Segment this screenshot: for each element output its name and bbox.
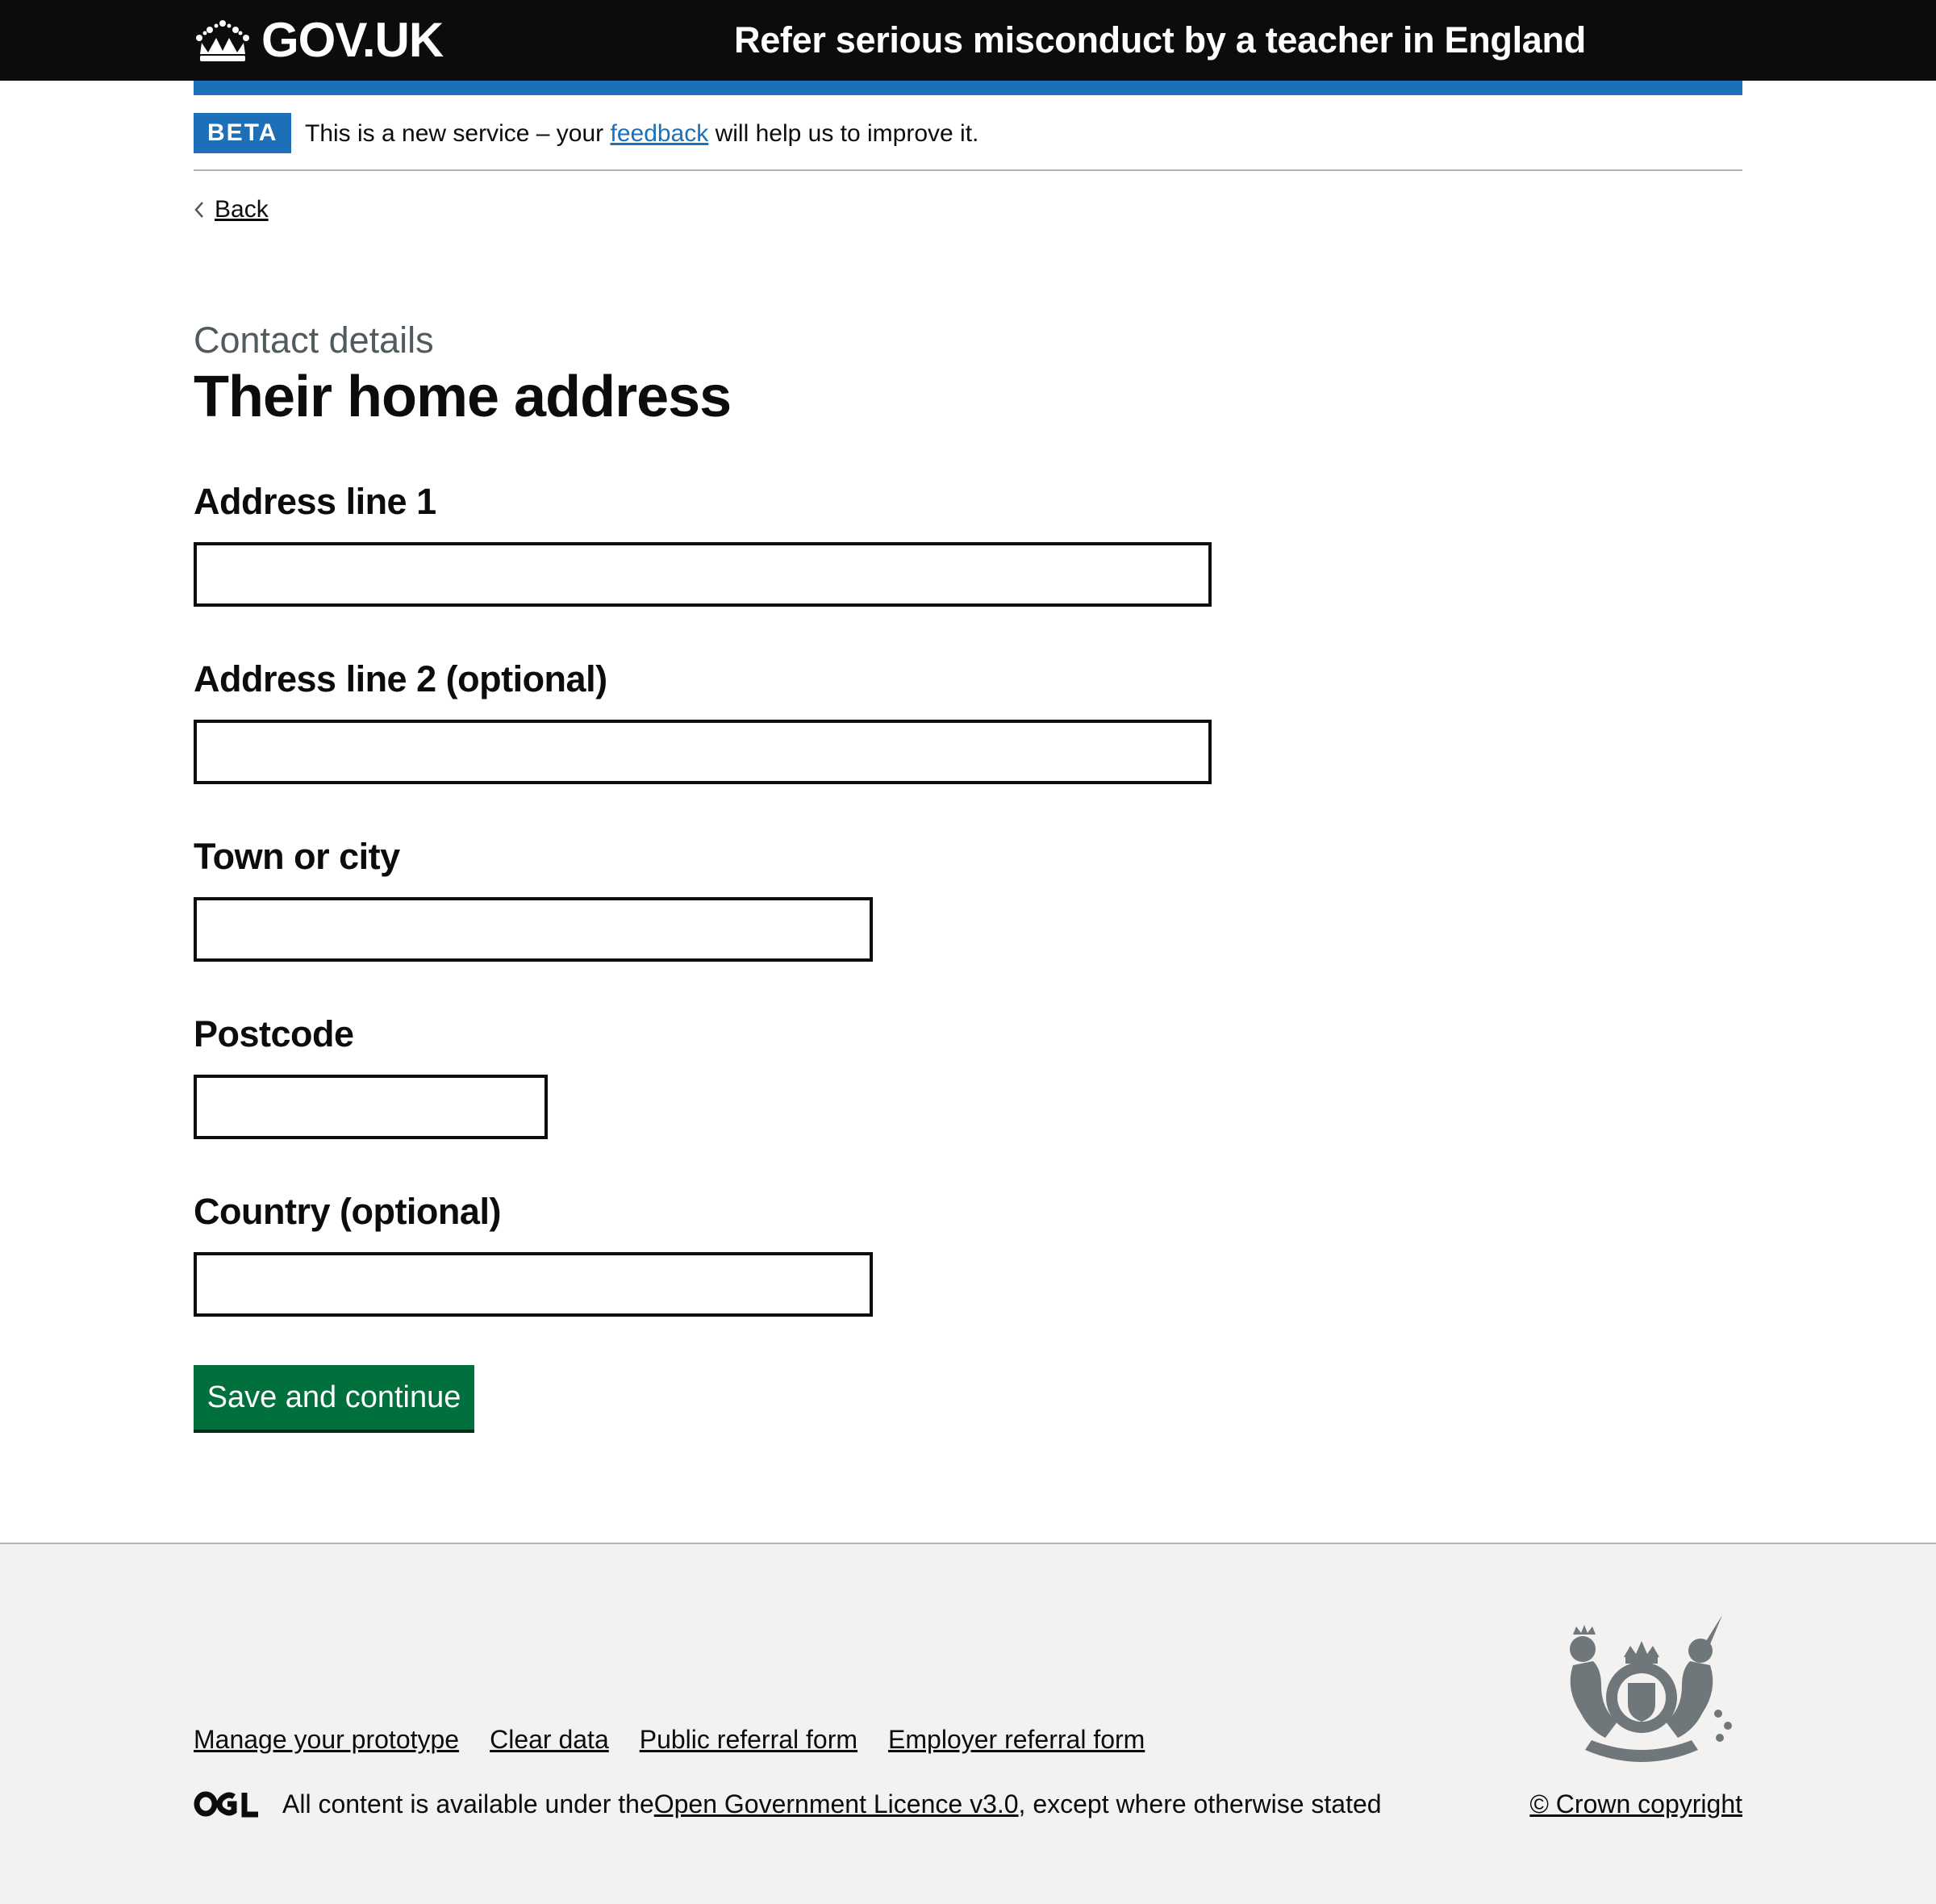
country-label: Country (optional) [194, 1191, 501, 1232]
licence-statement: All content is available under the Open … [194, 1788, 1382, 1820]
phase-text-after: will help us to improve it. [708, 120, 979, 147]
govuk-logo-link[interactable]: GOV.UK [194, 13, 444, 67]
back-link-label: Back [215, 196, 269, 223]
address-line-2-input[interactable] [194, 720, 1212, 784]
beta-tag: BETA [194, 113, 292, 153]
chevron-left-icon [194, 202, 203, 218]
crown-copyright-link[interactable]: © Crown copyright [1529, 1788, 1742, 1820]
save-and-continue-button[interactable]: Save and continue [194, 1365, 474, 1430]
site-footer: Manage your prototype Clear data Public … [0, 1543, 1936, 1904]
footer-links: Manage your prototype Clear data Public … [194, 1723, 1145, 1756]
address-line-1-input[interactable] [194, 542, 1212, 607]
footer-link-clear-data[interactable]: Clear data [490, 1723, 609, 1756]
site-header: GOV.UK Refer serious misconduct by a tea… [0, 0, 1936, 81]
page-title: Their home address [194, 365, 732, 429]
postcode-label: Postcode [194, 1013, 354, 1054]
royal-coat-of-arms-icon [1570, 1615, 1732, 1762]
feedback-link[interactable]: feedback [610, 120, 708, 147]
licence-text-before: All content is available under the [282, 1789, 654, 1818]
header-blue-underline [194, 81, 1742, 95]
back-link[interactable]: Back [194, 194, 269, 226]
phase-banner: BETA This is a new service – your feedba… [194, 113, 1742, 171]
ogl-licence-link[interactable]: Open Government Licence v3.0 [654, 1788, 1019, 1820]
phase-text-before: This is a new service – your [305, 120, 611, 147]
postcode-input[interactable] [194, 1075, 548, 1139]
crown-icon [196, 20, 249, 61]
country-input[interactable] [194, 1252, 873, 1317]
town-label: Town or city [194, 836, 400, 877]
town-input[interactable] [194, 897, 873, 962]
licence-text-after: , except where otherwise stated [1018, 1789, 1382, 1818]
ogl-logo-icon [194, 1791, 258, 1818]
footer-link-manage-prototype[interactable]: Manage your prototype [194, 1723, 459, 1756]
footer-link-public-referral-form[interactable]: Public referral form [640, 1723, 857, 1756]
footer-link-employer-referral-form[interactable]: Employer referral form [888, 1723, 1145, 1756]
logotype: GOV.UK [261, 13, 444, 67]
phase-banner-text: This is a new service – your feedback wi… [305, 118, 978, 150]
page-caption: Contact details [194, 319, 434, 361]
address-line-1-label: Address line 1 [194, 481, 436, 522]
service-name-link[interactable]: Refer serious misconduct by a teacher in… [734, 18, 1586, 63]
address-line-2-label: Address line 2 (optional) [194, 658, 607, 699]
